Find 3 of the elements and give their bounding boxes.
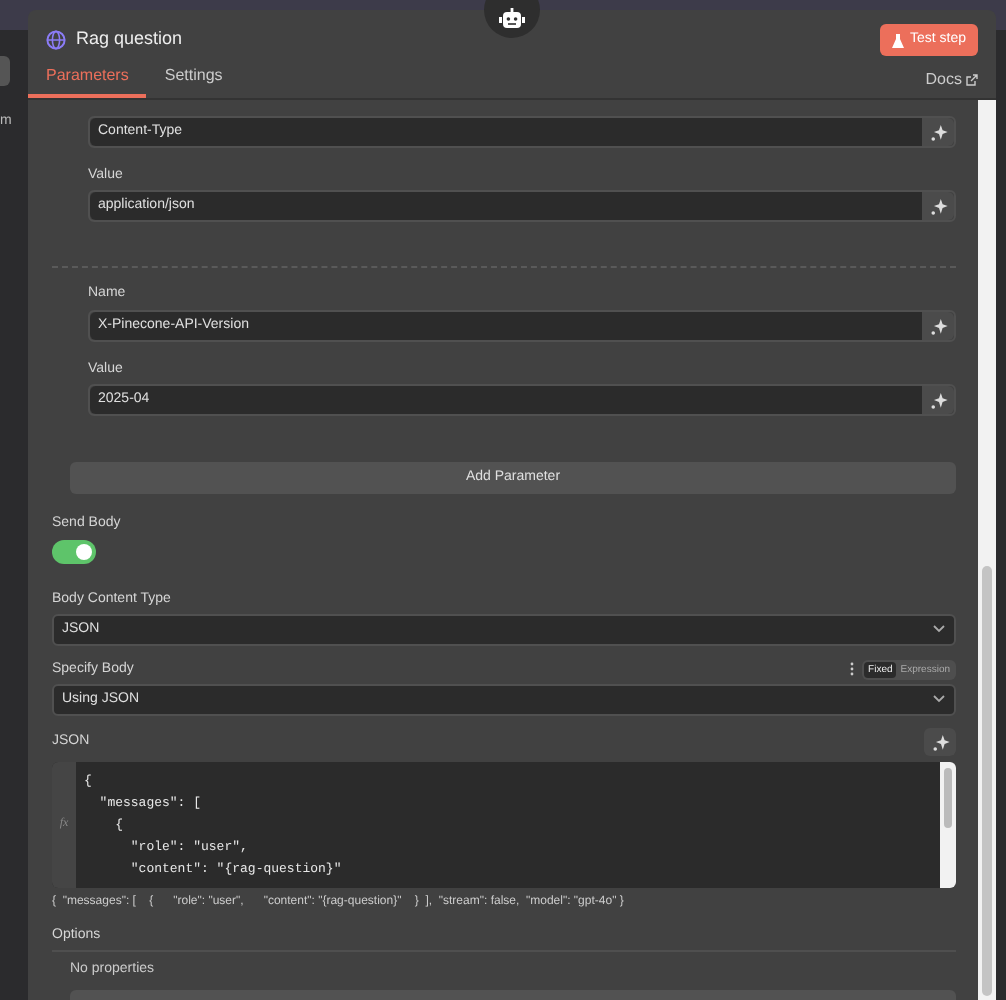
node-title: Rag question: [76, 26, 183, 53]
tab[interactable]: Settings: [146, 64, 241, 98]
docs-link[interactable]: Docs: [925, 68, 978, 98]
